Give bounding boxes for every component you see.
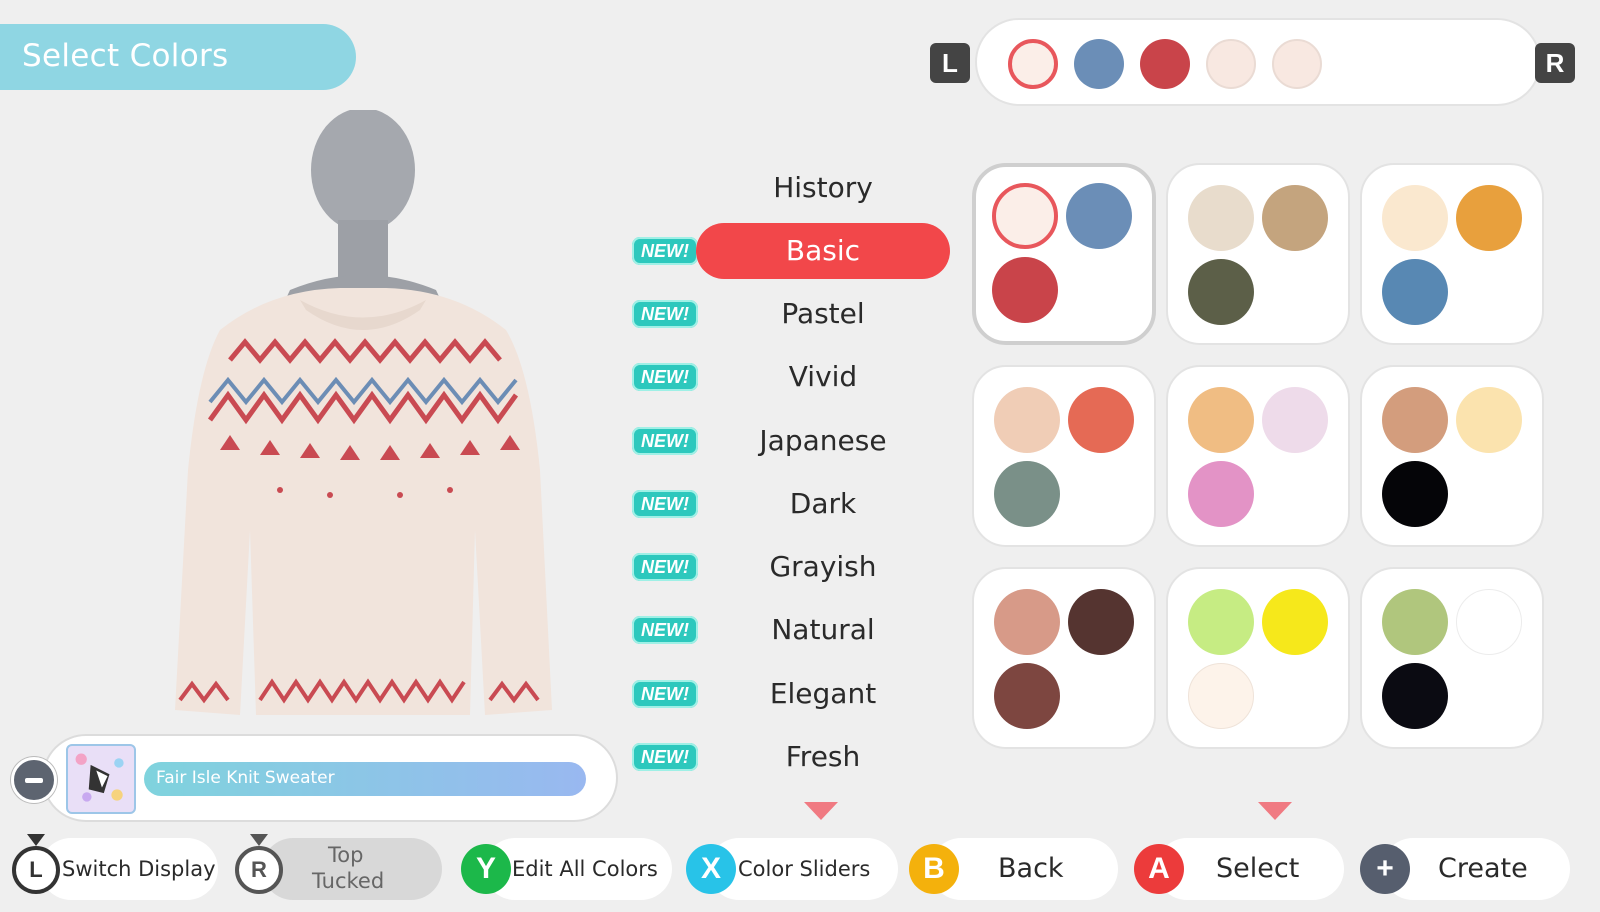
palette-swatch <box>1382 185 1448 251</box>
new-badge: NEW! <box>632 300 698 328</box>
palette-swatch <box>1188 589 1254 655</box>
b-button-icon[interactable]: B <box>909 844 959 894</box>
strip-swatch[interactable] <box>1074 39 1124 89</box>
switch-display-control[interactable]: Switch Display <box>40 838 218 900</box>
create-label: Create <box>1438 853 1528 884</box>
strip-swatch[interactable] <box>1008 39 1058 89</box>
item-name: Fair Isle Knit Sweater <box>156 768 335 788</box>
palette-card[interactable] <box>972 567 1156 749</box>
color-sliders-label: Color Sliders <box>738 857 871 881</box>
category-history[interactable]: History <box>696 160 950 216</box>
category-grayish[interactable]: Grayish <box>696 539 950 595</box>
palette-card[interactable] <box>972 365 1156 547</box>
palette-card[interactable] <box>1360 365 1544 547</box>
palette-swatch <box>1382 663 1448 729</box>
category-elegant[interactable]: Elegant <box>696 666 950 722</box>
palette-swatch <box>1456 387 1522 453</box>
strip-swatch[interactable] <box>1272 39 1322 89</box>
sweater-preview-image <box>175 108 552 715</box>
palette-swatch <box>994 387 1060 453</box>
r-stick-icon[interactable]: R <box>235 846 283 894</box>
palette-swatch <box>1262 589 1328 655</box>
minus-icon[interactable] <box>11 757 57 803</box>
top-tucked-control[interactable]: Top Tucked <box>262 838 442 900</box>
new-badge: NEW! <box>632 427 698 455</box>
new-badge: NEW! <box>632 743 698 771</box>
selected-palette-strip <box>975 18 1541 106</box>
palette-swatch <box>994 589 1060 655</box>
palette-swatch <box>1382 589 1448 655</box>
category-japanese[interactable]: Japanese <box>696 413 950 469</box>
a-button-icon[interactable]: A <box>1134 844 1184 894</box>
l-shoulder-button[interactable]: L <box>930 43 970 83</box>
palette-swatch <box>1068 589 1134 655</box>
color-sliders-control[interactable]: Color Sliders <box>708 838 898 900</box>
palette-swatch <box>992 183 1058 249</box>
category-scroll-down-icon[interactable] <box>804 802 838 820</box>
back-label: Back <box>998 853 1064 884</box>
palette-swatch <box>994 663 1060 729</box>
new-badge: NEW! <box>632 237 698 265</box>
palette-swatch <box>1188 461 1254 527</box>
palette-swatch <box>1262 387 1328 453</box>
palette-swatch <box>1382 461 1448 527</box>
palette-card[interactable] <box>1360 163 1544 345</box>
palette-scroll-down-icon[interactable] <box>1258 802 1292 820</box>
palette-swatch <box>1188 259 1254 325</box>
new-badge: NEW! <box>632 553 698 581</box>
r-shoulder-button[interactable]: R <box>1535 43 1575 83</box>
palette-swatch <box>1066 183 1132 249</box>
stick-press-icon <box>250 834 268 846</box>
strip-swatch[interactable] <box>1140 39 1190 89</box>
select-label: Select <box>1216 853 1300 884</box>
item-name-pill: Fair Isle Knit Sweater <box>144 762 586 796</box>
edit-all-colors-control[interactable]: Edit All Colors <box>484 838 672 900</box>
palette-swatch <box>1262 185 1328 251</box>
switch-display-label: Switch Display <box>62 857 216 881</box>
new-badge: NEW! <box>632 680 698 708</box>
l-stick-icon[interactable]: L <box>12 846 60 894</box>
palette-swatch <box>994 461 1060 527</box>
category-dark[interactable]: Dark <box>696 476 950 532</box>
stick-press-icon <box>27 834 45 846</box>
y-button-icon[interactable]: Y <box>461 844 511 894</box>
palette-swatch <box>1188 663 1254 729</box>
page-title: Select Colors <box>22 38 229 74</box>
palette-swatch <box>1456 589 1522 655</box>
new-badge: NEW! <box>632 490 698 518</box>
palette-card[interactable] <box>1166 365 1350 547</box>
palette-swatch <box>1188 185 1254 251</box>
palette-swatch <box>1068 387 1134 453</box>
mannequin-preview <box>150 108 580 730</box>
category-basic[interactable]: Basic <box>696 223 950 279</box>
strip-swatch[interactable] <box>1206 39 1256 89</box>
palette-swatch <box>992 257 1058 323</box>
edit-all-colors-label: Edit All Colors <box>512 857 658 881</box>
palette-swatch <box>1456 185 1522 251</box>
palette-card[interactable] <box>1166 567 1350 749</box>
item-thumbnail <box>66 744 136 814</box>
palette-card[interactable] <box>1166 163 1350 345</box>
select-control[interactable]: Select <box>1156 838 1344 900</box>
category-vivid[interactable]: Vivid <box>696 349 950 405</box>
new-badge: NEW! <box>632 616 698 644</box>
palette-card[interactable] <box>1360 567 1544 749</box>
plus-button-icon[interactable]: + <box>1360 844 1410 894</box>
category-fresh[interactable]: Fresh <box>696 729 950 785</box>
palette-swatch <box>1382 387 1448 453</box>
x-button-icon[interactable]: X <box>686 844 736 894</box>
palette-card[interactable] <box>972 163 1156 345</box>
create-control[interactable]: Create <box>1382 838 1570 900</box>
title-banner: Select Colors <box>0 24 356 90</box>
category-natural[interactable]: Natural <box>696 602 950 658</box>
palette-swatch <box>1382 259 1448 325</box>
palette-swatch <box>1188 387 1254 453</box>
new-badge: NEW! <box>632 363 698 391</box>
top-tucked-line2: Tucked <box>312 869 385 893</box>
category-pastel[interactable]: Pastel <box>696 286 950 342</box>
